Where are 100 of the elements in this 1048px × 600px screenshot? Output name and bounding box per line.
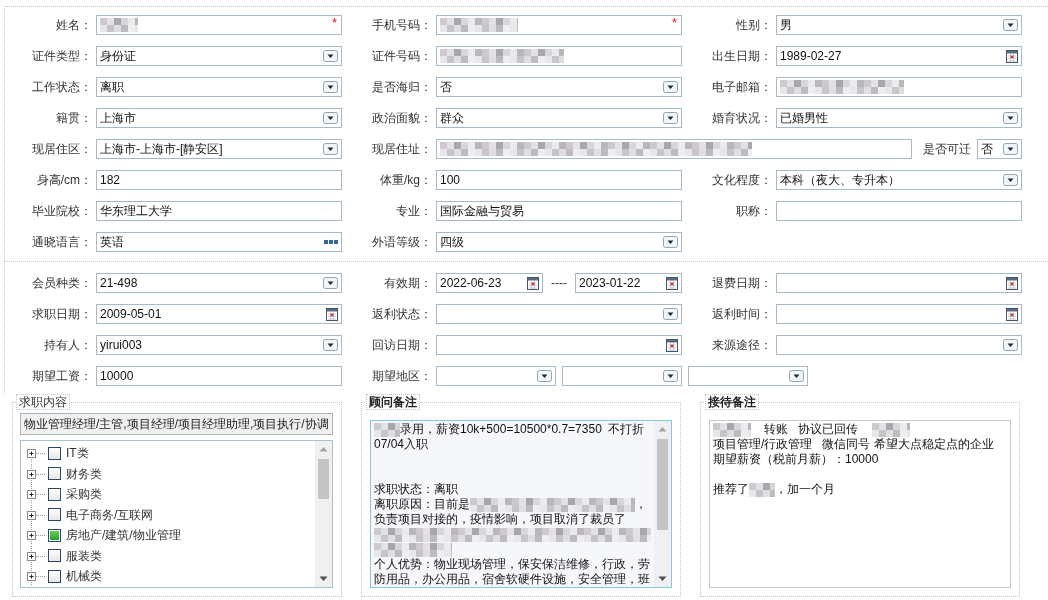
calendar-icon[interactable] bbox=[326, 307, 338, 321]
field-label: 是否海归： bbox=[371, 79, 432, 95]
select-field[interactable]: 群众 bbox=[436, 108, 682, 128]
field-label: 期望地区： bbox=[371, 368, 432, 384]
panel-legend: 接待备注 bbox=[705, 394, 759, 410]
text-field[interactable]: * bbox=[96, 15, 342, 35]
select-field[interactable]: 21-498 bbox=[96, 273, 342, 293]
note-text: 07/04入职 bbox=[374, 437, 429, 452]
note-text: 期望薪资（税前月薪）：10000 bbox=[713, 452, 879, 467]
panel-legend: 求职内容 bbox=[16, 394, 70, 410]
date-field[interactable]: 2023-01-22 bbox=[575, 273, 682, 293]
text-field[interactable]: * bbox=[436, 15, 682, 35]
select-field[interactable]: 已婚男性 bbox=[776, 108, 1022, 128]
tree-item-label[interactable]: 房地产/建筑/物业管理 bbox=[66, 528, 181, 543]
field-label: 出生日期： bbox=[711, 48, 772, 64]
text-field[interactable]: 100 bbox=[436, 170, 682, 190]
field-label: 返利状态： bbox=[371, 306, 432, 322]
range-separator: ---- bbox=[550, 275, 568, 291]
date-field[interactable] bbox=[776, 304, 1022, 324]
field-label: 身高/cm： bbox=[35, 172, 92, 188]
tree-item-label[interactable]: 机械类 bbox=[66, 569, 102, 584]
tree-item-label[interactable]: IT类 bbox=[66, 446, 89, 461]
calendar-icon[interactable] bbox=[666, 338, 678, 352]
field-label: 工作状态： bbox=[31, 79, 92, 95]
select-field[interactable]: 本科（夜大、专升本） bbox=[776, 170, 1022, 190]
field-label: 退费日期： bbox=[711, 275, 772, 291]
summary-field[interactable]: 物业管理经理/主管,项目经理/项目经理助理,项目执行/协调 bbox=[20, 413, 333, 435]
select-field[interactable]: 否 bbox=[977, 139, 1022, 159]
note-text: 防用品，办公用品，宿舍软硬件设施，安全管理，班 bbox=[374, 572, 650, 587]
field-label: 现居住区： bbox=[31, 141, 92, 157]
pixelated-redaction bbox=[374, 422, 400, 437]
tree-item-label[interactable]: 财务类 bbox=[66, 466, 102, 481]
scrollbar-thumb[interactable] bbox=[318, 459, 329, 499]
field-label: 返利时间： bbox=[711, 306, 772, 322]
checkbox[interactable] bbox=[48, 569, 61, 583]
field-label: 是否可迁 bbox=[923, 141, 971, 157]
calendar-icon[interactable] bbox=[527, 276, 539, 290]
text-field[interactable] bbox=[436, 139, 912, 159]
date-field[interactable]: 2009-05-01 bbox=[96, 304, 342, 324]
select-field[interactable]: 离职 bbox=[96, 77, 342, 97]
checkbox[interactable] bbox=[48, 446, 61, 460]
select-field[interactable] bbox=[688, 366, 808, 386]
select-field[interactable]: yirui003 bbox=[96, 335, 342, 355]
note-text: 负责项目对接的，疫情影响，项目取消了裁员了 bbox=[374, 512, 626, 527]
text-field[interactable] bbox=[436, 46, 682, 66]
select-field[interactable]: 男 bbox=[776, 15, 1022, 35]
select-field[interactable] bbox=[776, 335, 1022, 355]
select-field[interactable] bbox=[562, 366, 682, 386]
checkbox[interactable] bbox=[48, 508, 61, 522]
field-label: 职称： bbox=[735, 203, 772, 219]
checkbox[interactable] bbox=[48, 487, 61, 501]
field-label: 政治面貌： bbox=[371, 110, 432, 126]
select-field[interactable]: 身份证 bbox=[96, 46, 342, 66]
text-field[interactable]: 华东理工大学 bbox=[96, 201, 342, 221]
select-field[interactable]: 四级 bbox=[436, 232, 682, 252]
note-text: 离职原因：目前是 bbox=[374, 497, 470, 512]
text-field[interactable] bbox=[776, 201, 1022, 221]
select-field[interactable]: 否 bbox=[436, 77, 682, 97]
field-label: 外语等级： bbox=[371, 234, 432, 250]
select-field[interactable] bbox=[436, 366, 556, 386]
text-field[interactable]: 10000 bbox=[96, 366, 342, 386]
calendar-icon[interactable] bbox=[1006, 49, 1018, 63]
select-field[interactable]: 上海市-上海市-[静安区] bbox=[96, 139, 342, 159]
field-label: 婚育状况： bbox=[711, 110, 772, 126]
date-field[interactable]: 1989-02-27 bbox=[776, 46, 1022, 66]
tree-item-label[interactable]: 服装类 bbox=[66, 548, 102, 563]
scrollbar-thumb[interactable] bbox=[657, 439, 668, 530]
field-label: 体重/kg： bbox=[379, 172, 432, 188]
field-label: 文化程度： bbox=[711, 172, 772, 188]
text-field[interactable]: 182 bbox=[96, 170, 342, 190]
pixelated-redaction bbox=[100, 18, 138, 32]
checkbox[interactable] bbox=[48, 549, 61, 563]
note-text: ， bbox=[635, 497, 647, 512]
checkbox[interactable] bbox=[48, 467, 61, 481]
date-field[interactable]: 2022-06-23 bbox=[436, 273, 543, 293]
calendar-icon[interactable] bbox=[1006, 307, 1018, 321]
field-label: 通晓语言： bbox=[31, 234, 92, 250]
field-label: 期望工资： bbox=[31, 368, 92, 384]
select-field[interactable] bbox=[436, 304, 682, 324]
field-label: 毕业院校： bbox=[31, 203, 92, 219]
text-field[interactable]: 国际金融与贸易 bbox=[436, 201, 682, 221]
field-label: 证件类型： bbox=[31, 48, 92, 64]
field-label: 持有人： bbox=[43, 337, 92, 353]
notes-textarea[interactable]: 录用，薪资10k+500=10500*0.7=7350 不打折 07/04入职 求职状态：离职 离职原因：目前是 ， 负责项目对接的，疫情影响，项目取消了裁员了 个人优势：物业现场管理，保安保洁维修，行政，劳 防用品，办公用品，宿舍软硬件设施，安全管理，班 bbox=[370, 420, 672, 588]
note-text: 求职状态：离职 bbox=[374, 482, 458, 497]
note-text: 个人优势：物业现场管理，保安保洁维修，行政，劳 bbox=[374, 557, 650, 572]
picker-field[interactable]: 英语 bbox=[96, 232, 342, 252]
more-icon[interactable] bbox=[324, 240, 338, 244]
calendar-icon[interactable] bbox=[666, 276, 678, 290]
tree-item-label[interactable]: 电子商务/互联网 bbox=[66, 507, 154, 522]
pixelated-redaction bbox=[871, 422, 910, 437]
calendar-icon[interactable] bbox=[1006, 276, 1018, 290]
checkbox[interactable] bbox=[48, 528, 61, 542]
pixelated-redaction bbox=[749, 482, 775, 497]
notes-textarea[interactable]: 转账 协议已回传 项目管理/行政管理 微信同号 希望大点稳定点的企业 期望薪资（税前月薪）：10000 推荐了 ，加一个月 bbox=[709, 420, 1011, 588]
date-field[interactable] bbox=[776, 273, 1022, 293]
tree-item-label[interactable]: 采购类 bbox=[66, 487, 102, 502]
text-field[interactable] bbox=[776, 77, 1022, 97]
select-field[interactable]: 上海市 bbox=[96, 108, 342, 128]
date-field[interactable] bbox=[436, 335, 682, 355]
